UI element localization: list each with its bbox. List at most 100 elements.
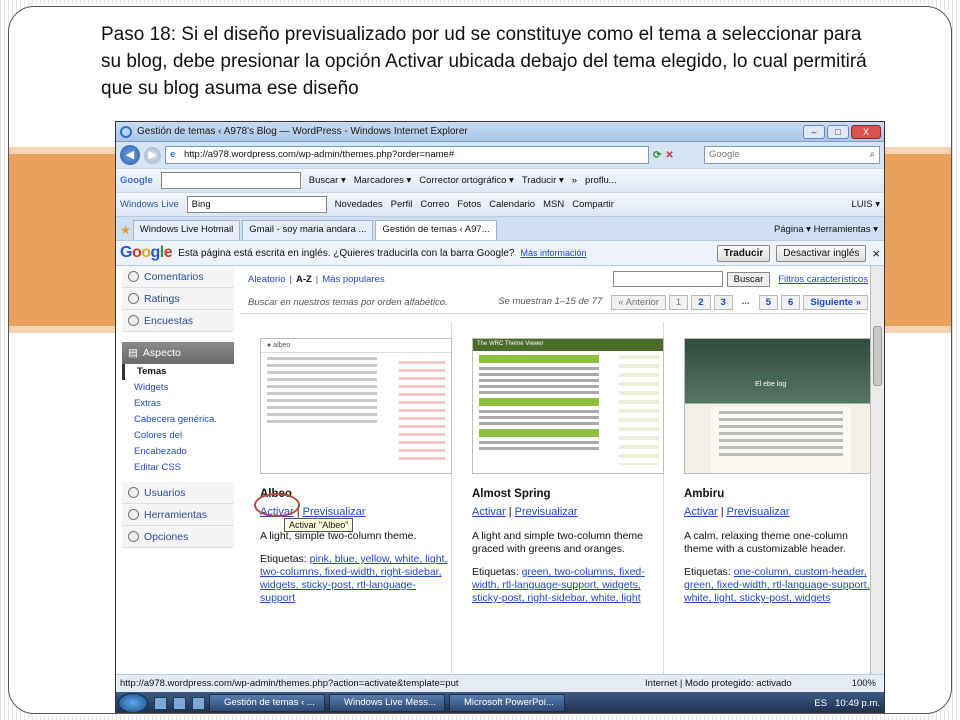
theme-search-input[interactable] xyxy=(612,271,723,287)
tags-label: Etiquetas: xyxy=(260,553,307,565)
favorites-star-icon[interactable]: ★ xyxy=(120,220,131,240)
sidebar-item-label: Ratings xyxy=(144,292,180,305)
preview-link[interactable]: Previsualizar xyxy=(303,506,366,518)
quicklaunch-icon[interactable] xyxy=(173,696,186,710)
tools-icon xyxy=(128,509,139,520)
settings-icon xyxy=(128,531,139,542)
theme-screenshot-almost-spring[interactable]: The WRC Theme Viewer xyxy=(472,338,664,474)
tab-hotmail[interactable]: Windows Live Hotmail xyxy=(132,220,241,240)
google-toolbar: Google Buscar ▾ Marcadores ▾ Corrector o… xyxy=(116,168,884,192)
wl-item-perfil[interactable]: Perfil xyxy=(391,199,413,210)
bing-search-input[interactable]: Bing xyxy=(186,196,327,213)
more-info-link[interactable]: Más información xyxy=(520,248,586,258)
google-toolbar-logo: Google xyxy=(120,175,153,186)
wl-item-msn[interactable]: MSN xyxy=(543,199,564,210)
sidebar-item-label: Opciones xyxy=(144,530,189,543)
sidebar-item-opciones[interactable]: Opciones xyxy=(122,526,234,548)
tab-gestion-temas[interactable]: Gestión de temas ‹ A97... xyxy=(375,220,497,240)
clock[interactable]: 10:49 p.m. xyxy=(835,698,880,709)
sidebar-item-ratings[interactable]: Ratings xyxy=(122,288,234,310)
activate-link[interactable]: Activar xyxy=(684,506,718,518)
bookmarks-button[interactable]: Marcadores ▾ xyxy=(354,175,412,186)
prev-page-button[interactable]: « Anterior xyxy=(611,295,666,310)
features-filter-link[interactable]: Filtros característicos xyxy=(778,274,868,285)
quicklaunch-icon[interactable] xyxy=(154,696,167,710)
sidebar-sub-extras[interactable]: Extras xyxy=(122,396,234,412)
sort-hint: Buscar en nuestros temas por orden alfab… xyxy=(248,297,448,308)
page-2[interactable]: 2 xyxy=(691,295,711,310)
page-5[interactable]: 5 xyxy=(758,295,779,310)
activate-tooltip: Activar "Albeo" xyxy=(284,518,354,532)
sidebar-item-usuarios[interactable]: Usuarios xyxy=(122,482,234,504)
pagination: Se muestran 1–15 de 77 « Anterior 1 2 3 … xyxy=(492,295,868,310)
filter-random-link[interactable]: Aleatorio xyxy=(248,274,286,285)
quicklaunch-icon[interactable] xyxy=(192,696,205,710)
url-input[interactable]: http://a978.wordpress.com/wp-admin/theme… xyxy=(165,146,649,164)
google-logo: Google xyxy=(120,244,173,261)
filter-popular-link[interactable]: Más populares xyxy=(322,274,384,285)
taskbar-ie-button[interactable]: Gestión de temas ‹ ... xyxy=(209,694,325,712)
wl-item-compartir[interactable]: Compartir xyxy=(572,199,614,210)
tab-tools[interactable]: Página ▾ Herramientas ▾ xyxy=(774,220,884,240)
sidebar-item-comentarios[interactable]: Comentarios xyxy=(122,266,234,288)
thumb-line xyxy=(479,447,599,450)
wl-item-correo[interactable]: Correo xyxy=(420,199,449,210)
tab-gmail[interactable]: Gmail - soy maria andara ... xyxy=(242,220,374,240)
forward-button[interactable]: ▶ xyxy=(144,146,161,164)
more-chevron-button[interactable]: » xyxy=(572,175,577,186)
theme-screenshot-albeo[interactable]: ● albeo xyxy=(260,338,452,474)
minimize-button[interactable]: – xyxy=(803,124,825,139)
wl-item-calendario[interactable]: Calendario xyxy=(489,199,535,210)
sidebar-sub-cabecera[interactable]: Cabecera genérica. xyxy=(122,412,234,428)
disable-english-button[interactable]: Desactivar inglés xyxy=(776,244,867,262)
tags-label: Etiquetas: xyxy=(684,566,731,578)
spellcheck-button[interactable]: Corrector ortográfico ▾ xyxy=(419,175,514,186)
profile-button[interactable]: proflu... xyxy=(585,175,617,186)
translate-page-button[interactable]: Traducir xyxy=(716,244,771,262)
sidebar-section-aspecto[interactable]: ▤ Aspecto xyxy=(122,342,234,364)
taskbar-powerpoint-button[interactable]: Microsoft PowerPoi... xyxy=(449,694,565,712)
sidebar-sub-widgets[interactable]: Widgets xyxy=(122,380,234,396)
stop-icon[interactable]: ✕ xyxy=(665,150,673,161)
page-1[interactable]: 1 xyxy=(668,295,689,310)
zoom-level[interactable]: 100% xyxy=(852,678,884,689)
close-button[interactable]: X xyxy=(851,124,881,139)
close-translate-icon[interactable]: × xyxy=(872,246,880,261)
wl-item-novedades[interactable]: Novedades xyxy=(335,199,383,210)
sidebar-sub-colores[interactable]: Colores del Encabezado xyxy=(122,428,202,460)
filter-az-link[interactable]: A-Z xyxy=(296,274,312,285)
search-input[interactable]: Google xyxy=(704,146,880,164)
thumb-bar xyxy=(479,429,599,437)
preview-link[interactable]: Previsualizar xyxy=(727,506,790,518)
sidebar-sub-temas[interactable]: Temas xyxy=(122,364,234,380)
translate-button[interactable]: Traducir ▾ xyxy=(522,175,564,186)
wl-item-fotos[interactable]: Fotos xyxy=(457,199,481,210)
maximize-button[interactable]: □ xyxy=(827,124,849,139)
activate-link[interactable]: Activar xyxy=(472,506,506,518)
language-indicator[interactable]: ES xyxy=(814,698,827,709)
theme-screenshot-ambiru[interactable]: El ebe log xyxy=(684,338,876,474)
security-zone: Internet | Modo protegido: activado xyxy=(645,678,792,689)
google-toolbar-input[interactable] xyxy=(160,172,301,189)
back-button[interactable]: ◀ xyxy=(120,145,140,165)
preview-link[interactable]: Previsualizar xyxy=(515,506,578,518)
thumb-card xyxy=(711,407,851,473)
taskbar-messenger-button[interactable]: Windows Live Mess... xyxy=(329,694,445,712)
sidebar-item-herramientas[interactable]: Herramientas xyxy=(122,504,234,526)
theme-name: Almost Spring xyxy=(472,488,551,500)
refresh-icon[interactable]: ⟳ xyxy=(653,150,661,161)
sidebar-item-encuestas[interactable]: Encuestas xyxy=(122,310,234,332)
wl-user-button[interactable]: LUIS ▾ xyxy=(851,199,880,210)
theme-search-button[interactable]: Buscar xyxy=(726,271,771,287)
google-search-button[interactable]: Buscar ▾ xyxy=(309,175,346,186)
thumb-line xyxy=(719,425,843,428)
thumb-line xyxy=(267,371,377,374)
page-3[interactable]: 3 xyxy=(713,295,733,310)
start-button[interactable] xyxy=(118,693,148,712)
page-6[interactable]: 6 xyxy=(781,295,801,310)
next-page-button[interactable]: Siguiente » xyxy=(803,295,868,310)
scrollbar-thumb[interactable] xyxy=(873,326,882,386)
sidebar-sub-editar-css[interactable]: Editar CSS xyxy=(122,460,234,476)
thumb-line xyxy=(267,357,377,360)
page-scrollbar[interactable] xyxy=(870,266,884,674)
